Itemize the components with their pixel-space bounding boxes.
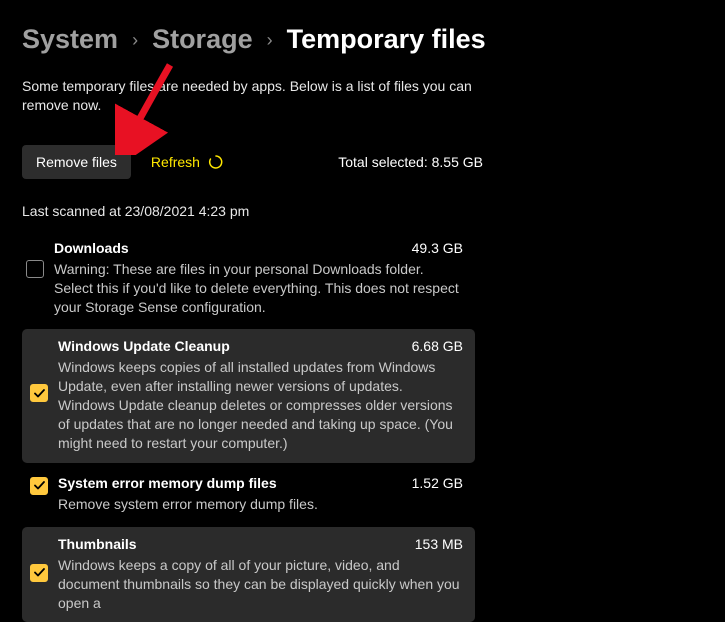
item-title: Windows Update Cleanup [58, 338, 230, 354]
refresh-icon [208, 154, 224, 170]
item-size: 49.3 GB [412, 240, 463, 256]
breadcrumb-storage[interactable]: Storage [152, 24, 253, 55]
refresh-label: Refresh [151, 154, 200, 170]
item-title: Thumbnails [58, 536, 137, 552]
list-item[interactable]: Windows Update Cleanup 6.68 GB Windows k… [22, 329, 475, 462]
item-content: Downloads 49.3 GB Warning: These are fil… [54, 240, 463, 317]
remove-files-button[interactable]: Remove files [22, 145, 131, 179]
item-description: Windows keeps a copy of all of your pict… [58, 556, 463, 613]
item-content: Thumbnails 153 MB Windows keeps a copy o… [58, 536, 463, 613]
list-item[interactable]: System error memory dump files 1.52 GB R… [22, 466, 475, 524]
checkbox-thumbnails[interactable] [30, 564, 48, 582]
item-content: System error memory dump files 1.52 GB R… [58, 475, 463, 514]
item-title: Downloads [54, 240, 129, 256]
list-item[interactable]: Thumbnails 153 MB Windows keeps a copy o… [22, 527, 475, 622]
check-icon [34, 568, 45, 577]
item-description: Warning: These are files in your persona… [54, 260, 463, 317]
action-row: Remove files Refresh Total selected: 8.5… [22, 145, 703, 179]
last-scanned-label: Last scanned at 23/08/2021 4:23 pm [22, 203, 703, 219]
checkbox-system-error-dump[interactable] [30, 477, 48, 495]
breadcrumb-temporary-files: Temporary files [287, 24, 486, 55]
chevron-right-icon: › [267, 30, 273, 51]
item-size: 6.68 GB [412, 338, 463, 354]
file-list: Downloads 49.3 GB Warning: These are fil… [22, 231, 475, 622]
checkbox-downloads[interactable] [26, 260, 44, 278]
check-icon [34, 481, 45, 490]
checkbox-windows-update-cleanup[interactable] [30, 384, 48, 402]
item-size: 153 MB [415, 536, 463, 552]
item-size: 1.52 GB [412, 475, 463, 491]
refresh-button[interactable]: Refresh [139, 145, 236, 179]
check-icon [34, 389, 45, 398]
item-content: Windows Update Cleanup 6.68 GB Windows k… [58, 338, 463, 452]
item-description: Remove system error memory dump files. [58, 495, 463, 514]
breadcrumb: System › Storage › Temporary files [22, 24, 703, 55]
chevron-right-icon: › [132, 30, 138, 51]
total-selected-label: Total selected: 8.55 GB [338, 154, 703, 170]
item-title: System error memory dump files [58, 475, 277, 491]
item-description: Windows keeps copies of all installed up… [58, 358, 463, 452]
breadcrumb-system[interactable]: System [22, 24, 118, 55]
page-description: Some temporary files are needed by apps.… [22, 77, 492, 115]
list-item[interactable]: Downloads 49.3 GB Warning: These are fil… [22, 231, 475, 327]
